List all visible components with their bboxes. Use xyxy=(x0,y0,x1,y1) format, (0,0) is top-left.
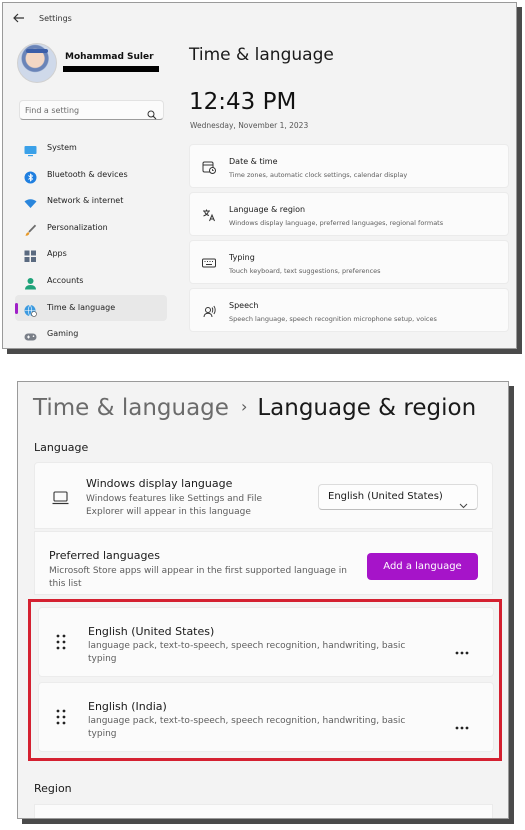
display-language-description: Windows features like Settings and File … xyxy=(86,494,262,517)
avatar xyxy=(17,43,57,83)
back-arrow-icon[interactable] xyxy=(13,12,29,26)
monitor-icon xyxy=(24,142,37,157)
card-subtitle: Windows display language, preferred lang… xyxy=(229,219,444,227)
card-title: Language & region xyxy=(229,205,306,214)
sidebar-item-time-language[interactable]: Time & language xyxy=(15,294,167,322)
language-features: language pack, text-to-speech, speech re… xyxy=(88,641,406,664)
card-subtitle: Speech language, speech recognition micr… xyxy=(229,315,437,323)
search-input[interactable] xyxy=(25,103,143,117)
sidebar-item-gaming[interactable]: Gaming xyxy=(15,321,167,348)
page-title: Time & language xyxy=(189,45,334,65)
sidebar-item-bluetooth[interactable]: Bluetooth & devices xyxy=(15,162,167,189)
app-title: Settings xyxy=(39,14,72,23)
settings-window-home: Settings Mohammad Suler System Bluetooth… xyxy=(2,2,517,349)
card-subtitle: Time zones, automatic clock settings, ca… xyxy=(229,171,408,179)
region-card xyxy=(34,804,493,818)
keyboard-icon xyxy=(202,255,216,269)
breadcrumb: Time & language › Language & region xyxy=(33,395,476,421)
breadcrumb-parent[interactable]: Time & language xyxy=(33,395,229,421)
card-subtitle: Touch keyboard, text suggestions, prefer… xyxy=(229,267,381,275)
sidebar-item-label: Time & language xyxy=(47,302,116,312)
sidebar-item-accounts[interactable]: Accounts xyxy=(15,268,167,295)
card-speech[interactable]: Speech Speech language, speech recogniti… xyxy=(189,288,509,332)
display-language-dropdown[interactable]: English (United States) xyxy=(318,484,478,510)
preferred-languages-description: Microsoft Store apps will appear in the … xyxy=(49,566,348,589)
title-bar: Settings xyxy=(3,3,516,35)
sidebar-item-label: Bluetooth & devices xyxy=(47,169,128,179)
calendar-clock-icon xyxy=(202,159,216,174)
card-title: Date & time xyxy=(229,157,278,166)
user-profile[interactable]: Mohammad Suler xyxy=(17,43,167,87)
language-icon xyxy=(202,207,216,222)
sidebar-item-system[interactable]: System xyxy=(15,135,167,162)
preferred-languages-title: Preferred languages xyxy=(49,549,160,562)
sidebar-nav: System Bluetooth & devices Network & int… xyxy=(15,135,167,348)
settings-window-language-region: Time & language › Language & region Langua… xyxy=(17,381,509,819)
sidebar-item-network[interactable]: Network & internet xyxy=(15,188,167,215)
language-row[interactable]: English (India) language pack, text-to-s… xyxy=(38,682,494,752)
breadcrumb-chevron-icon: › xyxy=(240,397,248,416)
globe-clock-icon xyxy=(24,302,37,317)
search-box[interactable] xyxy=(19,100,164,120)
sidebar-item-personalization[interactable]: Personalization xyxy=(15,215,167,242)
highlight-box: English (United States) language pack, t… xyxy=(28,599,502,761)
search-icon[interactable] xyxy=(147,105,157,120)
preferred-languages-card: Preferred languages Microsoft Store apps… xyxy=(34,531,493,595)
language-name: English (United States) xyxy=(88,625,215,638)
apps-icon xyxy=(24,248,37,263)
section-title-language: Language xyxy=(34,441,89,454)
gamepad-icon xyxy=(24,328,37,341)
current-date: Wednesday, November 1, 2023 xyxy=(190,121,309,130)
redacted-email xyxy=(63,66,159,72)
monitor-icon xyxy=(52,490,69,505)
display-language-card: Windows display language Windows feature… xyxy=(34,462,493,529)
language-name: English (India) xyxy=(88,700,167,713)
wifi-icon xyxy=(24,195,37,209)
current-time: 12:43 PM xyxy=(189,89,297,115)
drag-handle-icon[interactable] xyxy=(56,709,66,725)
breadcrumb-current: Language & region xyxy=(257,395,477,421)
sidebar-item-label: Apps xyxy=(47,249,67,259)
language-features: language pack, text-to-speech, speech re… xyxy=(88,716,406,739)
more-options-icon[interactable] xyxy=(455,640,469,655)
add-language-button[interactable]: Add a language xyxy=(367,553,478,580)
sidebar-item-label: Network & internet xyxy=(47,196,124,206)
dropdown-value: English (United States) xyxy=(328,491,443,502)
sidebar-item-label: System xyxy=(47,143,77,152)
person-icon xyxy=(24,275,37,290)
card-language-region[interactable]: Language & region Windows display langua… xyxy=(189,192,509,236)
section-title-region: Region xyxy=(34,782,72,795)
card-typing[interactable]: Typing Touch keyboard, text suggestions,… xyxy=(189,240,509,284)
settings-card-list: Date & time Time zones, automatic clock … xyxy=(189,144,509,336)
language-row[interactable]: English (United States) language pack, t… xyxy=(38,607,494,677)
user-name: Mohammad Suler xyxy=(65,52,154,62)
display-language-title: Windows display language xyxy=(86,477,233,490)
card-date-time[interactable]: Date & time Time zones, automatic clock … xyxy=(189,144,509,188)
drag-handle-icon[interactable] xyxy=(56,634,66,650)
sidebar-item-apps[interactable]: Apps xyxy=(15,241,167,268)
speech-icon xyxy=(202,303,216,318)
sidebar-item-label: Accounts xyxy=(47,275,84,285)
sidebar-item-label: Gaming xyxy=(47,329,79,339)
more-options-icon[interactable] xyxy=(455,715,469,730)
brush-icon xyxy=(24,222,37,236)
bluetooth-icon xyxy=(24,169,37,184)
chevron-down-icon xyxy=(459,494,468,509)
card-title: Typing xyxy=(229,253,255,262)
sidebar-item-label: Personalization xyxy=(47,222,108,232)
card-title: Speech xyxy=(229,301,259,310)
